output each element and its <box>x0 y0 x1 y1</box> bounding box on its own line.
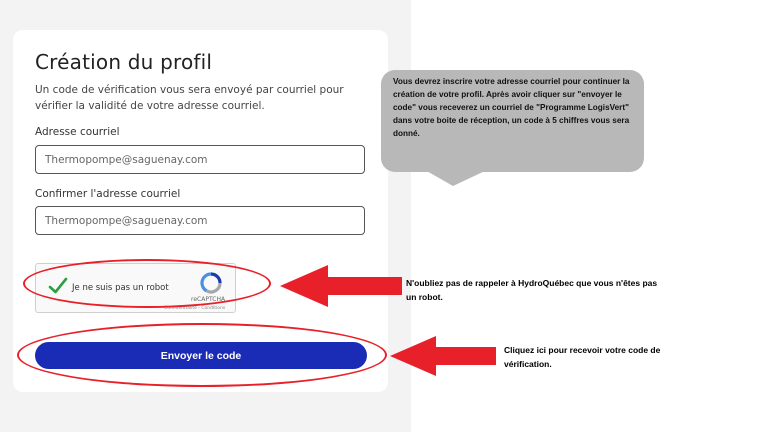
submit-highlight-oval <box>17 323 387 387</box>
form-description: Un code de vérification vous sera envoyé… <box>35 84 344 112</box>
captcha-arrow-icon <box>280 265 402 307</box>
instruction-bubble: Vous devrez inscrire votre adresse courr… <box>381 70 644 172</box>
email-field[interactable] <box>35 145 365 174</box>
confirm-email-label: Confirmer l'adresse courriel <box>35 188 181 200</box>
submit-note: Cliquez ici pour recevoir votre code de … <box>504 345 661 369</box>
bubble-text: Vous devrez inscrire votre adresse courr… <box>393 77 630 138</box>
captcha-note: N'oubliez pas de rappeler à HydroQuébec … <box>406 278 658 302</box>
email-label: Adresse courriel <box>35 126 120 138</box>
confirm-email-field[interactable] <box>35 206 365 235</box>
bubble-tail <box>425 170 487 186</box>
submit-arrow-icon <box>390 336 496 376</box>
page-title: Création du profil <box>35 50 213 74</box>
captcha-highlight-oval <box>23 259 271 308</box>
